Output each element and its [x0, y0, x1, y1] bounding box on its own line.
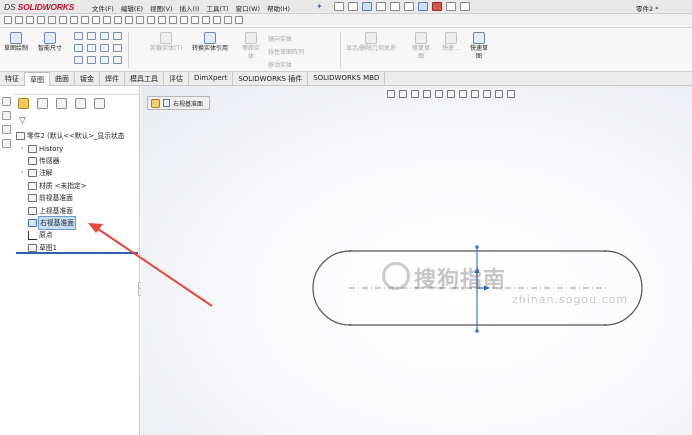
annotation-arrow [97, 228, 213, 307]
endpoint [475, 329, 479, 333]
watermark-url: zhinan.sogou.com [512, 293, 629, 306]
watermark-logo [382, 262, 410, 290]
watermark-text: 搜狗指南 [414, 268, 507, 293]
sketch-overlay [88, 223, 643, 333]
endpoint [349, 250, 351, 252]
endpoint [475, 245, 479, 249]
endpoint [604, 324, 606, 326]
endpoint [604, 250, 606, 252]
endpoint [349, 324, 351, 326]
